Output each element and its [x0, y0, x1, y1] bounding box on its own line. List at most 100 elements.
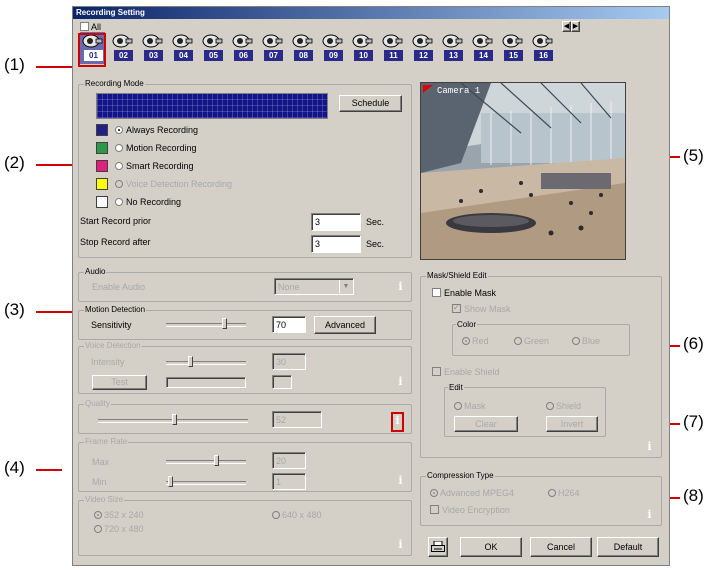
clear-button[interactable]: Clear — [454, 416, 518, 432]
scroll-left-button[interactable]: ◀ — [562, 21, 571, 32]
audio-select[interactable]: None ▼ — [274, 278, 354, 295]
mode-radio[interactable] — [115, 162, 123, 170]
ok-button[interactable]: OK — [460, 537, 522, 557]
enable-mask-checkbox[interactable] — [432, 288, 441, 297]
invert-button[interactable]: Invert — [546, 416, 598, 432]
intensity-label: Intensity — [91, 357, 125, 367]
enable-shield-checkbox[interactable] — [432, 367, 441, 376]
camera-preview[interactable]: Camera 1 — [420, 82, 626, 260]
mode-radio[interactable] — [115, 180, 123, 188]
mode-radio[interactable] — [115, 126, 123, 134]
mask-info-icon[interactable]: i — [645, 440, 654, 454]
stop-after-input[interactable]: 3 — [311, 235, 361, 253]
camera-tile[interactable]: 15 — [500, 32, 525, 64]
frame-min-slider-thumb[interactable] — [168, 476, 173, 487]
video-encryption-label: Video Encryption — [442, 505, 510, 515]
quality-info-icon[interactable]: i — [393, 414, 402, 428]
camera-tile[interactable]: 09 — [320, 32, 345, 64]
color-green-radio[interactable] — [514, 337, 522, 345]
callout-4: (4) — [4, 458, 25, 477]
enable-audio-label: Enable Audio — [92, 282, 146, 292]
callout-5: (5) — [683, 146, 704, 165]
camera-number: 15 — [504, 50, 523, 61]
camera-tile[interactable]: 06 — [230, 32, 255, 64]
camera-tile[interactable]: 08 — [290, 32, 315, 64]
all-label: All — [91, 22, 102, 32]
h264-radio[interactable] — [548, 489, 556, 497]
voice-level-bar — [166, 377, 246, 388]
mpeg4-radio[interactable] — [430, 489, 438, 497]
camera-tile[interactable]: 07 — [260, 32, 285, 64]
camera-tile[interactable]: 02 — [110, 32, 135, 64]
test-button[interactable]: Test — [92, 375, 147, 390]
color-blue-label: Blue — [582, 336, 601, 346]
quality-slider-thumb[interactable] — [172, 414, 177, 425]
camera-tile[interactable]: 10 — [350, 32, 375, 64]
default-button[interactable]: Default — [597, 537, 659, 557]
selected-camera-highlight — [78, 33, 106, 67]
h264-label: H264 — [558, 488, 580, 498]
intensity-value[interactable]: 30 — [272, 353, 306, 370]
enable-shield-label: Enable Shield — [444, 367, 500, 377]
edit-title: Edit — [448, 383, 464, 392]
quality-value[interactable]: 52 — [272, 411, 322, 428]
frame-rate-info-icon[interactable]: i — [396, 474, 405, 488]
recording-mode-title: Recording Mode — [84, 79, 145, 88]
mode-color-swatch — [96, 196, 108, 208]
mode-label: Smart Recording — [126, 161, 194, 171]
all-checkbox[interactable] — [80, 22, 89, 31]
enable-mask-label: Enable Mask — [444, 288, 497, 298]
camera-tile[interactable]: 16 — [530, 32, 555, 64]
voice-info-icon[interactable]: i — [396, 375, 405, 389]
scroll-right-button[interactable]: ▶ — [571, 21, 580, 32]
edit-mask-radio[interactable] — [454, 402, 462, 410]
video-size-info-icon[interactable]: i — [396, 538, 405, 552]
camera-icon — [292, 34, 313, 48]
frame-max-slider-track[interactable] — [166, 460, 246, 464]
frame-max-value[interactable]: 20 — [272, 452, 306, 469]
advanced-button[interactable]: Advanced — [314, 316, 376, 334]
frame-max-slider-thumb[interactable] — [214, 455, 219, 466]
schedule-button[interactable]: Schedule — [339, 95, 402, 112]
compression-title: Compression Type — [426, 471, 495, 480]
edit-shield-radio[interactable] — [546, 402, 554, 410]
show-mask-label: Show Mask — [464, 304, 511, 314]
show-mask-checkbox[interactable]: ✓ — [452, 303, 461, 313]
camera-tile[interactable]: 04 — [170, 32, 195, 64]
camera-tile[interactable]: 14 — [470, 32, 495, 64]
camera-icon — [112, 34, 133, 48]
print-button[interactable] — [428, 537, 448, 557]
sensitivity-slider-thumb[interactable] — [222, 318, 227, 329]
compression-info-icon[interactable]: i — [645, 508, 654, 522]
camera-tile[interactable]: 11 — [380, 32, 405, 64]
size-720-radio[interactable] — [94, 525, 102, 533]
camera-tile[interactable]: 12 — [410, 32, 435, 64]
frame-min-slider-track[interactable] — [166, 481, 246, 485]
cancel-button[interactable]: Cancel — [530, 537, 592, 557]
intensity-slider-track[interactable] — [166, 361, 246, 365]
mode-label: No Recording — [126, 197, 182, 207]
camera-tile[interactable]: 13 — [440, 32, 465, 64]
intensity-slider-thumb[interactable] — [188, 356, 193, 367]
frame-min-value[interactable]: 1 — [272, 473, 306, 490]
mode-color-swatch — [96, 178, 108, 190]
camera-icon — [142, 34, 163, 48]
color-red-radio[interactable] — [462, 337, 470, 345]
camera-icon — [352, 34, 373, 48]
size-352-radio[interactable] — [94, 511, 102, 519]
schedule-timeline[interactable] — [96, 93, 328, 119]
sensitivity-slider-track[interactable] — [166, 323, 246, 327]
color-blue-radio[interactable] — [572, 337, 580, 345]
audio-info-icon[interactable]: i — [396, 280, 405, 294]
camera-tile[interactable]: 03 — [140, 32, 165, 64]
sensitivity-value[interactable]: 70 — [272, 316, 306, 333]
camera-icon — [202, 34, 223, 48]
start-prior-input[interactable]: 3 — [311, 213, 361, 231]
camera-number: 16 — [534, 50, 553, 61]
mode-radio[interactable] — [115, 144, 123, 152]
size-640-radio[interactable] — [272, 511, 280, 519]
camera-tile[interactable]: 05 — [200, 32, 225, 64]
mode-radio[interactable] — [115, 198, 123, 206]
camera-icon — [232, 34, 253, 48]
video-encryption-checkbox[interactable] — [430, 505, 439, 514]
